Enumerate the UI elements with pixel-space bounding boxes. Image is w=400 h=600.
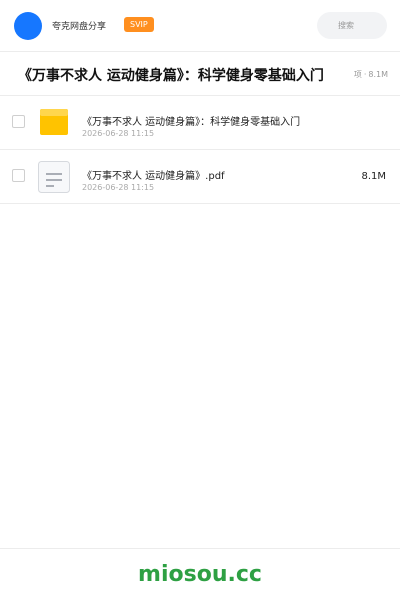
file-date: 2026-06-28 11:15 [82, 129, 155, 138]
file-name[interactable]: 《万事不求人 运动健身篇》：科学健身零基础入门 [82, 113, 300, 128]
document-icon [38, 161, 70, 193]
item-count-suffix: 项 [353, 70, 362, 79]
file-row-pdf[interactable]: 《万事不求人 运动健身篇》.pdf 2026-06-28 11:15 8.1M [0, 150, 400, 204]
file-row-folder[interactable]: 《万事不求人 运动健身篇》：科学健身零基础入门 2026-06-28 11:15 [0, 96, 400, 150]
share-meta: 项 · 8.1M [353, 70, 388, 79]
header-bar: 夸克网盘分享 SVIP [0, 0, 400, 52]
file-date: 2026-06-28 11:15 [82, 183, 155, 192]
file-list: 《万事不求人 运动健身篇》：科学健身零基础入门 2026-06-28 11:15… [0, 96, 400, 204]
page-title: 《万事不求人 运动健身篇》：科学健身零基础入门 [18, 65, 326, 85]
total-size: 8.1M [368, 70, 388, 79]
footer: miosou.cc [0, 548, 400, 600]
select-checkbox[interactable] [12, 169, 25, 182]
svip-badge[interactable]: SVIP [124, 17, 154, 32]
file-name[interactable]: 《万事不求人 运动健身篇》.pdf [82, 167, 225, 182]
search-input[interactable] [317, 12, 387, 39]
site-logo[interactable]: miosou.cc [0, 562, 400, 587]
share-source-label: 夸克网盘分享 [52, 22, 107, 32]
search-box[interactable] [317, 12, 387, 39]
folder-icon [40, 109, 68, 135]
share-title-row: 项 · 8.1M 《万事不求人 运动健身篇》：科学健身零基础入门 [0, 52, 400, 96]
avatar[interactable] [14, 12, 42, 40]
select-checkbox[interactable] [12, 115, 25, 128]
file-size: 8.1M [361, 171, 386, 182]
